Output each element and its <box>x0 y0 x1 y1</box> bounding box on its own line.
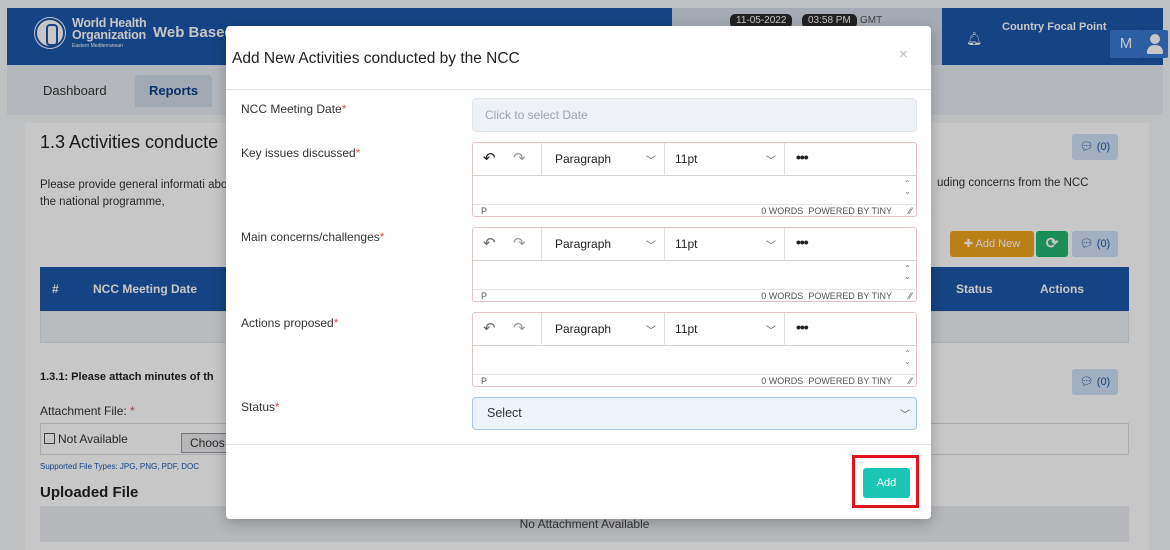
required-mark: * <box>341 102 347 116</box>
required-mark: * <box>275 400 280 414</box>
required-mark: * <box>333 316 339 330</box>
more-options-icon[interactable]: ••• <box>796 149 809 165</box>
status-select[interactable]: Select <box>472 397 917 430</box>
chevron-down-icon[interactable]: ﹀ <box>646 322 656 337</box>
toolbar-divider <box>664 228 665 261</box>
resize-handle-icon[interactable]: ⁄⁄ <box>909 291 912 301</box>
editor-toolbar: ↶ ↷ Paragraph ﹀ 11pt ﹀ ••• <box>473 143 916 176</box>
close-icon[interactable]: × <box>899 46 908 63</box>
add-button[interactable]: Add <box>863 468 910 498</box>
main-concerns-label-text: Main concerns/challenges <box>241 230 380 244</box>
more-options-icon[interactable]: ••• <box>796 234 809 250</box>
status-label: Status* <box>241 400 280 414</box>
editor-statusbar: P 0 WORDS POWERED BY TINY ⁄⁄ <box>473 204 916 217</box>
required-mark: * <box>379 230 385 244</box>
status-label-text: Status <box>241 400 276 414</box>
word-count-value: 0 WORDS <box>761 376 804 386</box>
editor-statusbar: P 0 WORDS POWERED BY TINY ⁄⁄ <box>473 374 916 387</box>
powered-by[interactable]: POWERED BY TINY <box>808 206 892 216</box>
word-count: 0 WORDS POWERED BY TINY <box>761 206 892 216</box>
required-mark: * <box>355 146 361 160</box>
main-concerns-label: Main concerns/challenges* <box>241 230 384 244</box>
resize-handle-icon[interactable]: ⁄⁄ <box>909 376 912 386</box>
element-path[interactable]: P <box>481 206 487 216</box>
chevron-down-icon[interactable]: ﹀ <box>766 237 776 252</box>
meeting-date-label-text: NCC Meeting Date <box>241 102 342 116</box>
toolbar-divider <box>784 313 785 346</box>
toolbar-divider <box>541 228 542 261</box>
powered-by[interactable]: POWERED BY TINY <box>808 291 892 301</box>
key-issues-editor[interactable]: ↶ ↷ Paragraph ﹀ 11pt ﹀ ••• ⌃ ⌄ P 0 WORDS … <box>472 142 917 217</box>
editor-toolbar: ↶ ↷ Paragraph ﹀ 11pt ﹀ ••• <box>473 313 916 346</box>
word-count-value: 0 WORDS <box>761 291 804 301</box>
modal-header: Add New Activities conducted by the NCC … <box>226 26 931 90</box>
modal-title: Add New Activities conducted by the NCC <box>232 50 520 67</box>
chevron-down-icon[interactable]: ﹀ <box>646 237 656 252</box>
editor-toolbar: ↶ ↷ Paragraph ﹀ 11pt ﹀ ••• <box>473 228 916 261</box>
word-count: 0 WORDS POWERED BY TINY <box>761 376 892 386</box>
toolbar-divider <box>664 313 665 346</box>
actions-proposed-editor[interactable]: ↶ ↷ Paragraph ﹀ 11pt ﹀ ••• ⌃ ⌄ P 0 WORDS … <box>472 312 917 387</box>
block-format-select[interactable]: Paragraph <box>555 322 611 336</box>
redo-icon[interactable]: ↷ <box>513 149 526 167</box>
actions-proposed-label: Actions proposed* <box>241 316 338 330</box>
editor-body[interactable] <box>473 346 916 373</box>
block-format-select[interactable]: Paragraph <box>555 237 611 251</box>
main-concerns-editor[interactable]: ↶ ↷ Paragraph ﹀ 11pt ﹀ ••• ⌃ ⌄ P 0 WORDS … <box>472 227 917 302</box>
toolbar-divider <box>784 143 785 176</box>
editor-scrollbar[interactable]: ⌃ ⌄ <box>904 180 911 196</box>
meeting-date-label: NCC Meeting Date* <box>241 102 346 116</box>
font-size-select[interactable]: 11pt <box>675 152 697 166</box>
chevron-down-icon[interactable]: ﹀ <box>646 152 656 167</box>
chevron-down-icon[interactable]: ﹀ <box>900 406 910 421</box>
powered-by[interactable]: POWERED BY TINY <box>808 376 892 386</box>
redo-icon[interactable]: ↷ <box>513 319 526 337</box>
undo-icon[interactable]: ↶ <box>483 319 496 337</box>
key-issues-label: Key issues discussed* <box>241 146 360 160</box>
toolbar-divider <box>541 143 542 176</box>
toolbar-divider <box>784 228 785 261</box>
undo-icon[interactable]: ↶ <box>483 234 496 252</box>
word-count: 0 WORDS POWERED BY TINY <box>761 291 892 301</box>
editor-body[interactable] <box>473 176 916 203</box>
editor-scrollbar[interactable]: ⌃ ⌄ <box>904 265 911 281</box>
element-path[interactable]: P <box>481 291 487 301</box>
editor-scrollbar[interactable]: ⌃ ⌄ <box>904 350 911 366</box>
modal-footer-divider <box>226 444 931 445</box>
element-path[interactable]: P <box>481 376 487 386</box>
redo-icon[interactable]: ↷ <box>513 234 526 252</box>
font-size-select[interactable]: 11pt <box>675 237 697 251</box>
editor-statusbar: P 0 WORDS POWERED BY TINY ⁄⁄ <box>473 289 916 302</box>
actions-proposed-label-text: Actions proposed <box>241 316 334 330</box>
block-format-select[interactable]: Paragraph <box>555 152 611 166</box>
more-options-icon[interactable]: ••• <box>796 319 809 335</box>
resize-handle-icon[interactable]: ⁄⁄ <box>909 206 912 216</box>
font-size-select[interactable]: 11pt <box>675 322 697 336</box>
toolbar-divider <box>541 313 542 346</box>
word-count-value: 0 WORDS <box>761 206 804 216</box>
toolbar-divider <box>664 143 665 176</box>
undo-icon[interactable]: ↶ <box>483 149 496 167</box>
chevron-down-icon[interactable]: ﹀ <box>766 322 776 337</box>
key-issues-label-text: Key issues discussed <box>241 146 356 160</box>
editor-body[interactable] <box>473 261 916 288</box>
meeting-date-input[interactable]: Click to select Date <box>472 98 917 132</box>
chevron-down-icon[interactable]: ﹀ <box>766 152 776 167</box>
add-activity-modal: Add New Activities conducted by the NCC … <box>226 26 931 519</box>
